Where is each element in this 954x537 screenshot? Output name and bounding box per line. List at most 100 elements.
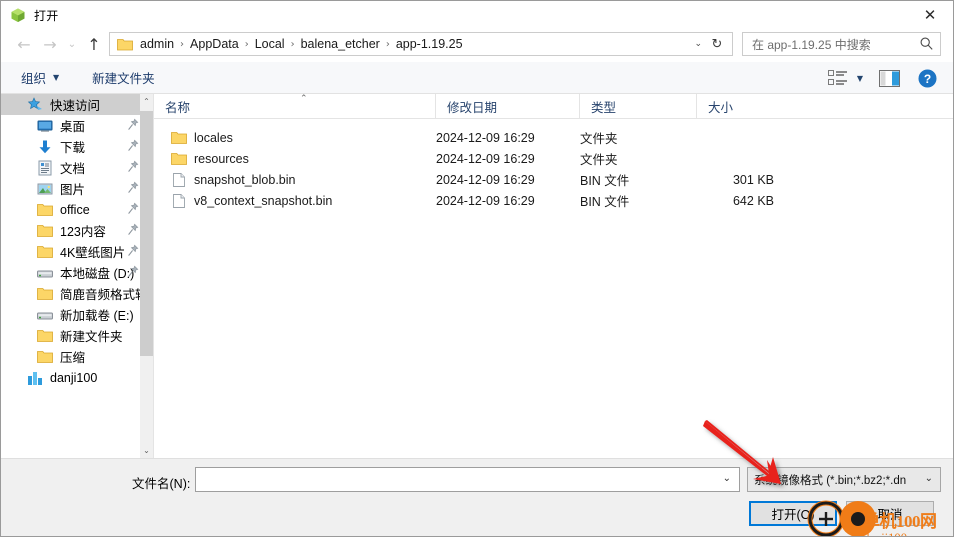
chevron-down-icon[interactable]: ⌄ [694,33,702,55]
sidebar-item-2[interactable]: 下载 [1,136,153,157]
sidebar-item-10[interactable]: 新加载卷 (E:) [1,304,153,325]
search-input[interactable]: 在 app-1.19.25 中搜索 [752,36,871,53]
download-icon [37,139,53,155]
sidebar-item-1[interactable]: 桌面 [1,115,153,136]
sidebar-item-13[interactable]: danji100 [1,367,153,388]
sidebar-item-8[interactable]: 本地磁盘 (D:) [1,262,153,283]
preview-pane-icon[interactable] [879,69,900,87]
breadcrumb-separator[interactable]: › [178,39,186,50]
title-bar: 打开 ✕ [1,1,953,29]
back-button[interactable]: ← [11,32,37,58]
cell-name: snapshot_blob.bin [194,172,296,187]
table-row[interactable]: resources 2024-12-09 16:29 文件夹 [154,148,953,169]
folder-icon [37,328,53,344]
breadcrumb-admin[interactable]: admin [136,37,178,51]
breadcrumb-balena-etcher[interactable]: balena_etcher [297,37,384,51]
up-button[interactable]: ↑ [81,32,107,58]
breadcrumb-appdata[interactable]: AppData [186,37,243,51]
pin-icon [127,223,139,237]
column-header-size[interactable]: 大小 [696,94,779,118]
cell-name: v8_context_snapshot.bin [194,193,333,208]
folder-icon [37,223,53,239]
sidebar-item-4[interactable]: 图片 [1,178,153,199]
green-cube-icon [10,7,26,23]
folder-icon [37,244,53,260]
scroll-down-icon[interactable]: ⌄ [140,443,153,458]
forward-button[interactable]: → [37,32,63,58]
file-list[interactable]: 名称 修改日期 类型 大小 ⌃ locales 2024-12-09 16:29 文… [153,94,953,458]
scrollbar-thumb[interactable] [140,111,153,356]
cell-name: resources [194,151,249,166]
close-icon[interactable]: ✕ [907,1,953,29]
navigation-sidebar[interactable]: 快速访问桌面下载 文档 图片 office 123内容 4K壁纸图片 本地磁盘 (D:) 简… [1,94,153,458]
new-folder-button[interactable]: 新建文件夹 [86,63,161,93]
cell-type: 文件夹 [580,132,618,146]
sort-ascending-icon: ⌃ [300,94,308,104]
pin-icon [127,244,139,258]
column-header-date[interactable]: 修改日期 [435,94,579,118]
cell-size: 642 KB [732,193,774,208]
sidebar-item-label: 新加载卷 (E:) [60,309,134,323]
pin-icon [127,265,139,279]
breadcrumb-separator[interactable]: › [243,39,251,50]
chevron-down-icon[interactable]: ⌄ [925,473,933,484]
table-row[interactable]: snapshot_blob.bin 2024-12-09 16:29 BIN 文件 3… [154,169,953,190]
recent-locations-button[interactable]: ⌄ [63,32,81,58]
file-icon [171,193,187,209]
sidebar-item-label: 压缩 [60,351,86,365]
pin-icon [127,139,139,153]
sidebar-item-label: danji100 [50,370,98,385]
svg-text:?: ? [924,72,931,86]
breadcrumb-separator[interactable]: › [289,39,297,50]
open-button[interactable]: 打开(O) [749,501,837,526]
sidebar-item-label: 4K壁纸图片 [60,246,126,260]
window-title: 打开 [34,8,59,23]
sidebar-item-label: 桌面 [60,120,86,134]
folder-icon [117,37,133,51]
organize-menu-button[interactable]: 组织 ▼ [15,63,65,93]
breadcrumb-separator[interactable]: › [384,39,392,50]
refresh-icon[interactable]: ↻ [706,33,728,55]
folder-icon [171,151,187,167]
column-header-type[interactable]: 类型 [579,94,696,118]
scroll-up-icon[interactable]: ⌃ [140,94,153,109]
command-bar-right-group: ▼ ? [827,62,945,94]
sidebar-scrollbar[interactable]: ⌃ ⌄ [140,94,153,458]
sidebar-item-12[interactable]: 压缩 [1,346,153,367]
cell-type: BIN 文件 [580,174,630,188]
sidebar-item-0[interactable]: 快速访问 [1,94,153,115]
file-type-filter-value: 系统镜像格式 (*.bin;*.bz2;*.dn [754,474,907,487]
chevron-down-icon: ▼ [53,73,60,82]
address-bar[interactable]: admin › AppData › Local › balena_etcher … [109,32,733,56]
view-layout-icon[interactable] [827,70,848,86]
file-list-header: 名称 修改日期 类型 大小 ⌃ [154,94,953,119]
sidebar-item-5[interactable]: office [1,199,153,220]
column-header-name[interactable]: 名称 [154,94,435,118]
filename-input[interactable]: ⌄ [195,467,740,492]
breadcrumb-app-version[interactable]: app-1.19.25 [392,37,467,51]
table-row[interactable]: locales 2024-12-09 16:29 文件夹 [154,127,953,148]
filename-label: 文件名(N): [132,477,191,491]
file-type-filter-dropdown[interactable]: 系统镜像格式 (*.bin;*.bz2;*.dn ⌄ [747,467,941,492]
cancel-button[interactable]: 取消 [846,501,934,526]
sidebar-item-label: 新建文件夹 [60,330,123,344]
folder-icon [37,202,53,218]
help-icon[interactable]: ? [918,69,937,88]
search-box[interactable]: 在 app-1.19.25 中搜索 [742,32,941,56]
sidebar-item-11[interactable]: 新建文件夹 [1,325,153,346]
table-row[interactable]: v8_context_snapshot.bin 2024-12-09 16:29 B… [154,190,953,211]
breadcrumb-local[interactable]: Local [251,37,289,51]
sidebar-item-3[interactable]: 文档 [1,157,153,178]
chevron-down-icon[interactable]: ⌄ [723,473,731,484]
cell-date: 2024-12-09 16:29 [436,172,535,187]
sidebar-item-label: 快速访问 [50,99,101,113]
pictures-icon [37,181,53,197]
star-pin-icon [27,96,43,113]
organize-label: 组织 [21,72,47,86]
sidebar-item-6[interactable]: 123内容 [1,220,153,241]
chevron-down-icon[interactable]: ▼ [857,74,863,83]
sidebar-item-9[interactable]: 简鹿音频格式转换 [1,283,153,304]
sidebar-item-7[interactable]: 4K壁纸图片 [1,241,153,262]
cell-date: 2024-12-09 16:29 [436,130,535,145]
command-bar: 组织 ▼ 新建文件夹 ▼ ? [1,62,953,94]
